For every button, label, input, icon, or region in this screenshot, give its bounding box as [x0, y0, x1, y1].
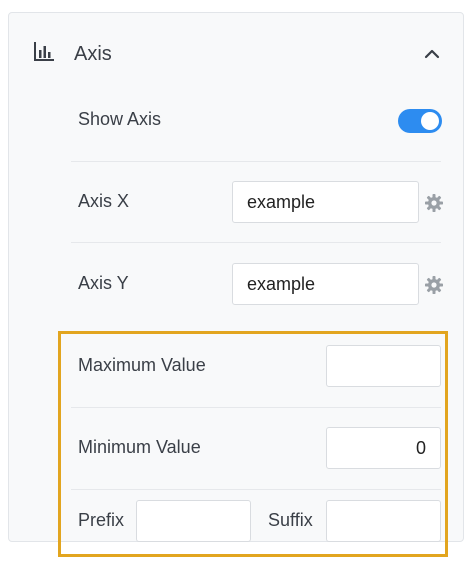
- section-title: Axis: [74, 43, 112, 65]
- row-divider: [71, 407, 441, 408]
- prefix-input[interactable]: [136, 500, 251, 542]
- minimum-value-label: Minimum Value: [78, 437, 201, 457]
- toggle-knob: [421, 112, 439, 130]
- axis-section-header[interactable]: Axis: [9, 13, 463, 97]
- bar-chart-icon: [34, 42, 54, 61]
- axis-x-input[interactable]: [232, 181, 419, 223]
- chevron-up-icon[interactable]: [421, 43, 443, 65]
- axis-y-gear-icon[interactable]: [424, 275, 444, 295]
- row-divider: [71, 161, 441, 162]
- show-axis-toggle[interactable]: [398, 109, 442, 133]
- show-axis-label: Show Axis: [78, 109, 162, 129]
- row-divider: [71, 242, 441, 243]
- maximum-value-label: Maximum Value: [78, 355, 206, 375]
- axis-y-input[interactable]: [232, 263, 419, 305]
- suffix-input[interactable]: [326, 500, 441, 542]
- prefix-label: Prefix: [78, 510, 125, 530]
- axis-x-gear-icon[interactable]: [424, 193, 444, 213]
- axis-y-label: Axis Y: [78, 273, 129, 293]
- axis-settings-panel: Axis Show Axis Axis X Axis Y: [8, 12, 464, 542]
- row-divider: [71, 489, 441, 490]
- minimum-value-input[interactable]: [326, 427, 441, 469]
- axis-x-label: Axis X: [78, 191, 130, 211]
- suffix-label: Suffix: [268, 510, 313, 530]
- maximum-value-input[interactable]: [326, 345, 441, 387]
